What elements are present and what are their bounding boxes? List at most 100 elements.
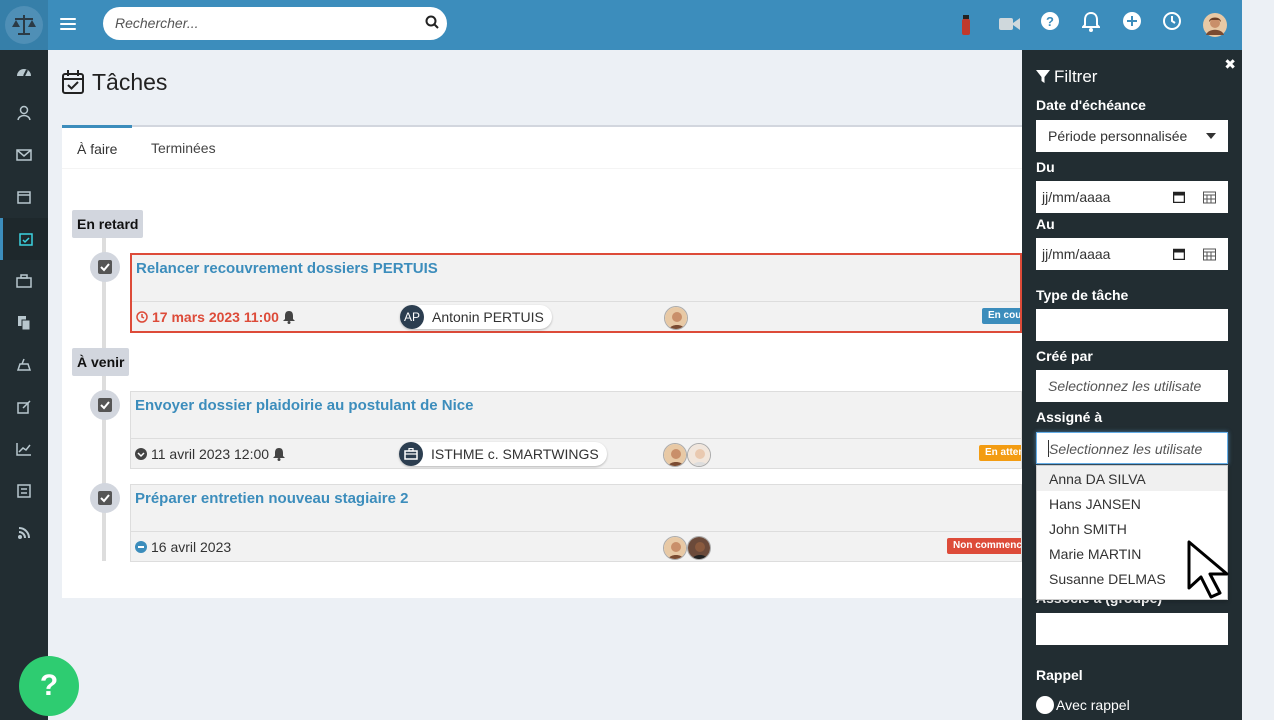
task-due-date: 16 avril 2023 xyxy=(135,539,231,555)
from-date-input[interactable]: jj/mm/aaaa xyxy=(1036,181,1228,213)
radio-button[interactable] xyxy=(1036,696,1054,714)
calendar-icon[interactable] xyxy=(1203,190,1216,204)
search-icon[interactable] xyxy=(425,15,439,34)
task-card[interactable]: Relancer recouvrement dossiers PERTUIS 1… xyxy=(130,253,1022,333)
contacts-icon xyxy=(17,105,31,121)
task-card[interactable]: Envoyer dossier plaidoirie au postulant … xyxy=(130,391,1022,469)
sidebar-item-mail[interactable] xyxy=(0,134,48,176)
close-icon[interactable]: ✖ xyxy=(1224,56,1236,73)
tab-todo[interactable]: À faire xyxy=(62,125,133,167)
status-badge: Non commencé xyxy=(947,538,1021,554)
task-title[interactable]: Envoyer dossier plaidoirie au postulant … xyxy=(135,397,473,414)
filter-title: Filtrer xyxy=(1036,67,1097,87)
sidebar-item-billing[interactable] xyxy=(0,344,48,386)
task-footer: 17 mars 2023 11:00 AP Antonin PERTUIS En… xyxy=(132,301,1020,331)
calendar-icon[interactable] xyxy=(1203,247,1216,261)
section-upcoming: À venir xyxy=(72,348,130,376)
task-check-icon[interactable] xyxy=(90,390,120,420)
due-date-select[interactable]: Période personnalisée xyxy=(1036,120,1228,152)
help-button[interactable]: ? xyxy=(19,656,79,716)
sidebar-item-contacts[interactable] xyxy=(0,92,48,134)
sidebar-item-feed[interactable] xyxy=(0,512,48,554)
fire-extinguisher-icon[interactable] xyxy=(960,14,972,41)
tasks-box: À faire Terminées En retard Relancer rec… xyxy=(62,125,1022,598)
clock-icon xyxy=(136,311,148,323)
video-icon[interactable] xyxy=(999,16,1021,37)
bell-icon xyxy=(282,310,295,324)
task-due-date: 17 mars 2023 11:00 xyxy=(136,309,295,325)
assigned-placeholder: Selectionnez les utilisate xyxy=(1049,441,1203,457)
task-type-label: Type de tâche xyxy=(1036,287,1129,303)
task-title[interactable]: Préparer entretien nouveau stagiaire 2 xyxy=(135,490,408,507)
briefcase-icon xyxy=(399,442,423,466)
task-check-icon[interactable] xyxy=(90,252,120,282)
due-date-value: Période personnalisée xyxy=(1048,128,1188,144)
assigned-label: Assigné à xyxy=(1036,409,1103,425)
assigned-input[interactable]: Selectionnez les utilisate xyxy=(1036,432,1228,464)
rss-icon xyxy=(18,527,30,539)
assignee-avatar[interactable] xyxy=(687,536,711,560)
sidebar-item-forms[interactable] xyxy=(0,470,48,512)
task-title[interactable]: Relancer recouvrement dossiers PERTUIS xyxy=(136,260,438,277)
task-due-date: 11 avril 2023 12:00 xyxy=(135,446,286,462)
calendar-check-icon xyxy=(18,233,33,246)
task-check-icon[interactable] xyxy=(90,483,120,513)
sidebar-item-cases[interactable] xyxy=(0,260,48,302)
assignee-avatar[interactable] xyxy=(664,306,688,330)
dropdown-option[interactable]: Hans JANSEN xyxy=(1037,491,1227,516)
task-footer: 11 avril 2023 12:00 ISTHME c. SMARTWINGS… xyxy=(131,438,1021,468)
chip-label: ISTHME c. SMARTWINGS xyxy=(431,446,599,462)
sidebar-item-calendar[interactable] xyxy=(0,176,48,218)
caret-down-icon xyxy=(1206,133,1216,139)
calendar-check-icon xyxy=(62,70,84,94)
bell-icon[interactable] xyxy=(1080,11,1102,37)
assigned-group-input[interactable] xyxy=(1036,613,1228,645)
sidebar-item-notes[interactable] xyxy=(0,386,48,428)
dropdown-option[interactable]: John SMITH xyxy=(1037,516,1227,541)
menu-toggle-icon[interactable] xyxy=(60,15,76,35)
created-by-input[interactable]: Selectionnez les utilisate xyxy=(1036,370,1228,402)
assignee-avatar[interactable] xyxy=(663,536,687,560)
due-text: 11 avril 2023 12:00 xyxy=(151,446,270,462)
search-input[interactable] xyxy=(115,15,415,31)
status-badge: En attente xyxy=(979,445,1021,461)
sidebar xyxy=(0,50,48,720)
reminder-option[interactable]: Avec rappel xyxy=(1036,696,1130,714)
page-header: Tâches xyxy=(62,66,167,98)
due-text: 16 avril 2023 xyxy=(151,539,232,555)
user-avatar[interactable] xyxy=(1203,13,1227,42)
sidebar-item-reports[interactable] xyxy=(0,428,48,470)
calendar-icon[interactable] xyxy=(1173,248,1185,260)
reminder-label: Rappel xyxy=(1036,667,1083,683)
created-by-label: Créé par xyxy=(1036,348,1093,364)
to-date-input[interactable]: jj/mm/aaaa xyxy=(1036,238,1228,270)
created-by-placeholder: Selectionnez les utilisate xyxy=(1048,378,1202,394)
clock-icon[interactable] xyxy=(1163,12,1181,35)
dashboard-icon xyxy=(17,69,31,77)
contact-chip[interactable]: AP Antonin PERTUIS xyxy=(400,305,552,329)
documents-icon xyxy=(18,316,31,331)
calendar-icon[interactable] xyxy=(1173,191,1185,203)
edit-icon xyxy=(17,400,31,414)
dropdown-option[interactable]: Anna DA SILVA xyxy=(1037,466,1227,491)
task-type-input[interactable] xyxy=(1036,309,1228,341)
sidebar-item-documents[interactable] xyxy=(0,302,48,344)
chip-label: Antonin PERTUIS xyxy=(432,309,544,325)
app-logo[interactable] xyxy=(0,0,48,50)
task-card[interactable]: Préparer entretien nouveau stagiaire 2 1… xyxy=(130,484,1022,562)
tab-done[interactable]: Terminées xyxy=(136,127,231,169)
svg-text:?: ? xyxy=(1046,14,1054,29)
help-icon[interactable]: ? xyxy=(1041,12,1059,35)
sidebar-item-tasks[interactable] xyxy=(0,218,48,260)
status-badge: En cours xyxy=(982,308,1020,324)
filter-icon xyxy=(1036,70,1050,83)
sidebar-item-dashboard[interactable] xyxy=(0,50,48,92)
assignee-avatar[interactable] xyxy=(687,443,711,467)
case-chip[interactable]: ISTHME c. SMARTWINGS xyxy=(399,442,607,466)
avatar: AP xyxy=(400,305,424,329)
add-icon[interactable] xyxy=(1123,12,1141,35)
mouse-pointer-icon xyxy=(1187,540,1229,599)
task-footer: 16 avril 2023 Non commencé xyxy=(131,531,1021,561)
assignee-avatar[interactable] xyxy=(663,443,687,467)
reminder-option-label: Avec rappel xyxy=(1056,697,1130,713)
